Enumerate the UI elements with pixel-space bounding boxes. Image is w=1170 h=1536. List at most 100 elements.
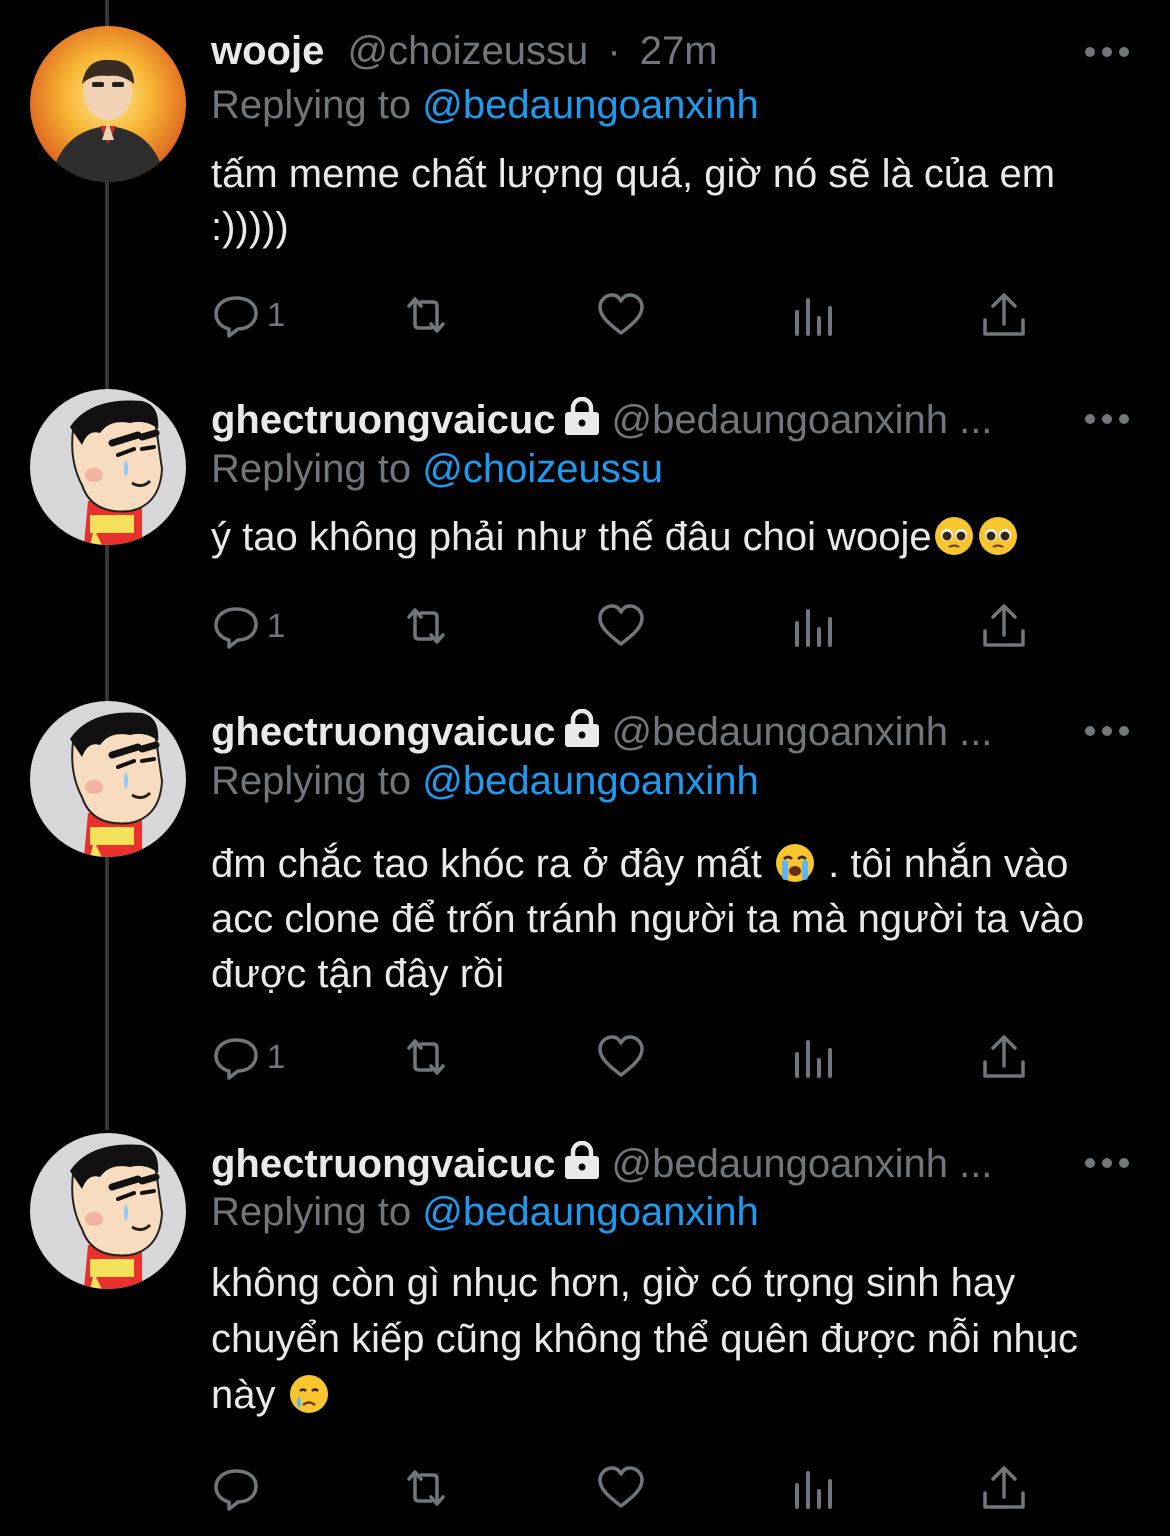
replying-to: Replying to @bedaungoanxinh: [211, 80, 759, 130]
cartoon-avatar-icon: [30, 1133, 186, 1289]
cartoon-avatar-icon: [30, 389, 186, 545]
reply-icon: [214, 296, 258, 338]
share-button[interactable]: [979, 1032, 1029, 1082]
like-icon: [598, 604, 644, 646]
views-icon: [795, 298, 832, 336]
more-options-icon[interactable]: [1082, 1153, 1132, 1173]
share-icon: [983, 604, 1025, 647]
like-icon: [598, 293, 644, 335]
tweet: wooje @choizeussu · 27m Replying to @bed…: [0, 26, 1170, 356]
replying-to-label: Replying to: [211, 83, 412, 127]
reply-count: 1: [267, 296, 286, 333]
reply-mention-link[interactable]: @choizeussu: [422, 447, 663, 491]
like-icon: [598, 1035, 644, 1077]
views-icon: [795, 1471, 832, 1509]
avatar[interactable]: [30, 701, 186, 857]
reply-button[interactable]: 1: [211, 601, 285, 651]
share-icon: [983, 1466, 1025, 1509]
tweet-header: ghectruongvaicuc @bedaungoanxinh ...: [211, 395, 1091, 445]
protected-lock-icon: [562, 709, 602, 749]
tweet-text-content: ý tao không phải như thế đâu choi wooje: [211, 515, 932, 559]
like-icon: [598, 1466, 644, 1508]
protected-lock-icon: [562, 397, 602, 437]
tweet: ghectruongvaicuc @bedaungoanxinh ... Repl…: [0, 701, 1170, 1101]
display-name[interactable]: ghectruongvaicuc: [211, 710, 556, 754]
retweet-button[interactable]: [401, 1032, 451, 1082]
tweet-text-content: không còn gì nhục hơn, giờ có trọng sinh…: [211, 1261, 1090, 1417]
reply-mention-link[interactable]: @bedaungoanxinh: [422, 83, 758, 127]
retweet-button[interactable]: [401, 601, 451, 651]
protected-lock-icon: [562, 1141, 602, 1181]
pleading-face-icon: [934, 517, 973, 555]
reply-button[interactable]: 1: [211, 290, 285, 340]
reply-mention-link[interactable]: @bedaungoanxinh: [422, 759, 758, 803]
tweet-header: ghectruongvaicuc @bedaungoanxinh ...: [211, 1139, 1091, 1189]
views-icon: [795, 609, 832, 647]
crying-face-icon: [289, 1375, 328, 1413]
reply-mention-link[interactable]: @bedaungoanxinh: [422, 1190, 758, 1234]
views-button[interactable]: [789, 1032, 839, 1082]
tweet-actions: 1: [211, 290, 1051, 340]
retweet-icon: [407, 608, 445, 644]
tweet-header: wooje @choizeussu · 27m: [211, 26, 1091, 76]
more-options-icon[interactable]: [1082, 42, 1132, 62]
tweet-text: tấm meme chất lượng quá, giờ nó sẽ là củ…: [211, 152, 1067, 249]
replying-to-label: Replying to: [211, 447, 412, 491]
reply-button[interactable]: 1: [211, 1032, 285, 1082]
tweet-actions: 1: [211, 1032, 1051, 1082]
reply-icon: [214, 1469, 258, 1511]
loudly-crying-face-icon: [776, 844, 815, 882]
timestamp[interactable]: 27m: [640, 29, 718, 73]
tweet-actions: [211, 1463, 1051, 1513]
cartoon-avatar-icon: [30, 701, 186, 857]
tweet-text-part-1: đm chắc tao khóc ra ở đây mất: [211, 842, 774, 886]
replying-to: Replying to @bedaungoanxinh: [211, 1187, 759, 1237]
more-options-icon[interactable]: [1082, 721, 1132, 741]
replying-to-label: Replying to: [211, 759, 412, 803]
share-icon: [983, 1035, 1025, 1078]
like-button[interactable]: [596, 290, 646, 340]
user-handle[interactable]: @bedaungoanxinh ...: [612, 1142, 993, 1186]
avatar[interactable]: [30, 26, 186, 182]
reply-button[interactable]: [211, 1463, 267, 1513]
reply-count: 1: [267, 1038, 286, 1075]
user-handle[interactable]: @choizeussu: [347, 29, 588, 73]
retweet-icon: [407, 1039, 445, 1075]
reply-count: 1: [267, 607, 286, 644]
tweet-actions: 1: [211, 601, 1051, 651]
views-button[interactable]: [789, 601, 839, 651]
like-button[interactable]: [596, 1032, 646, 1082]
share-icon: [983, 293, 1025, 336]
separator-dot: ·: [607, 29, 621, 73]
user-handle[interactable]: @bedaungoanxinh ...: [612, 398, 993, 442]
views-button[interactable]: [789, 1463, 839, 1513]
like-button[interactable]: [596, 1463, 646, 1513]
tweet-header: ghectruongvaicuc @bedaungoanxinh ...: [211, 707, 1091, 757]
replying-to: Replying to @bedaungoanxinh: [211, 756, 759, 806]
views-icon: [795, 1040, 832, 1078]
retweet-button[interactable]: [401, 1463, 451, 1513]
tweet-text: đm chắc tao khóc ra ở đây mất . tôi nhắn…: [211, 837, 1131, 1002]
tweet: ghectruongvaicuc @bedaungoanxinh ... Repl…: [0, 389, 1170, 669]
share-button[interactable]: [979, 1463, 1029, 1513]
avatar[interactable]: [30, 1133, 186, 1289]
replying-to-label: Replying to: [211, 1190, 412, 1234]
tweet-text: ý tao không phải như thế đâu choi wooje: [211, 511, 1131, 564]
user-handle[interactable]: @bedaungoanxinh ...: [612, 710, 993, 754]
share-button[interactable]: [979, 601, 1029, 651]
reply-icon: [214, 1038, 258, 1080]
avatar[interactable]: [30, 389, 186, 545]
retweet-icon: [407, 297, 445, 333]
retweet-icon: [407, 1470, 445, 1506]
like-button[interactable]: [596, 601, 646, 651]
views-button[interactable]: [789, 290, 839, 340]
display-name[interactable]: ghectruongvaicuc: [211, 1142, 556, 1186]
photo-avatar-icon: [30, 26, 186, 182]
more-options-icon[interactable]: [1082, 409, 1132, 429]
display-name[interactable]: ghectruongvaicuc: [211, 398, 556, 442]
replying-to: Replying to @choizeussu: [211, 444, 663, 494]
share-button[interactable]: [979, 290, 1029, 340]
pleading-face-icon: [978, 517, 1017, 555]
display-name[interactable]: wooje: [211, 29, 324, 73]
retweet-button[interactable]: [401, 290, 451, 340]
